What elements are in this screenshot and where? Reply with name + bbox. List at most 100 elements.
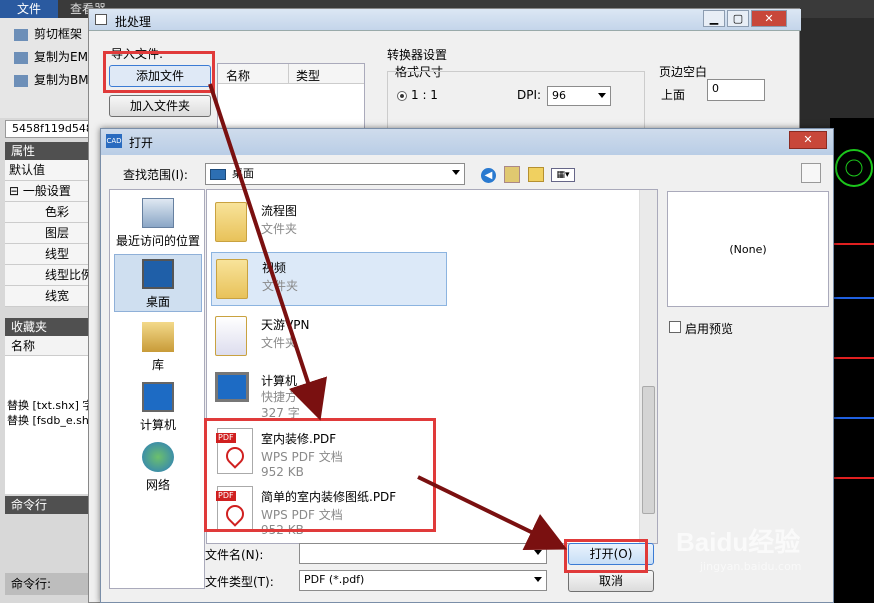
list-item[interactable]: PDF 室内装修.PDF WPS PDF 文档 952 KB bbox=[211, 424, 447, 479]
minimize-button[interactable]: ▁ bbox=[703, 10, 725, 27]
cad-canvas bbox=[830, 118, 874, 603]
places-bar: 最近访问的位置 桌面 库 计算机 网络 bbox=[109, 189, 205, 589]
file-name: 天游VPN bbox=[261, 318, 310, 332]
file-table-header: 名称 类型 bbox=[218, 64, 364, 84]
dpi-value: 96 bbox=[552, 89, 566, 102]
open-button[interactable]: 打开(O) bbox=[568, 543, 654, 565]
file-name: 流程图 bbox=[261, 204, 298, 218]
pdf-icon: PDF bbox=[216, 486, 253, 532]
property-row[interactable]: 线宽 bbox=[5, 286, 92, 307]
menu-file[interactable]: 文件 bbox=[0, 0, 58, 18]
cad-app-icon: CAD bbox=[106, 134, 122, 148]
list-item[interactable]: 计算机 快捷方 327 字 bbox=[211, 366, 447, 420]
list-item[interactable]: 视频 文件夹 bbox=[211, 252, 447, 306]
preview-toggle-icon[interactable] bbox=[801, 163, 821, 183]
place-label: 最近访问的位置 bbox=[115, 234, 200, 248]
ribbon-copy-bmp[interactable]: 复制为BMP bbox=[14, 70, 90, 90]
enable-preview-label: 启用预览 bbox=[685, 322, 734, 336]
scroll-thumb[interactable] bbox=[642, 386, 655, 514]
filetype-select[interactable]: PDF (*.pdf) bbox=[299, 570, 547, 591]
chevron-down-icon bbox=[452, 170, 460, 175]
add-folder-button[interactable]: 加入文件夹 bbox=[109, 95, 211, 117]
pdf-icon: PDF bbox=[216, 428, 253, 474]
place-library[interactable]: 库 bbox=[110, 322, 206, 373]
ribbon-label: 剪切框架 bbox=[34, 27, 83, 41]
close-button[interactable]: ✕ bbox=[789, 131, 827, 149]
filename-input[interactable] bbox=[299, 543, 547, 564]
dpi-label: DPI: bbox=[517, 88, 542, 102]
file-size: 952 KB bbox=[261, 465, 304, 479]
cut-frame-icon bbox=[14, 28, 28, 41]
property-row[interactable]: 默认值 bbox=[5, 160, 92, 181]
ribbon-copy-emf[interactable]: 复制为EMF bbox=[14, 47, 90, 67]
place-label: 计算机 bbox=[139, 418, 176, 432]
list-item[interactable]: 天游VPN 文件夹 bbox=[211, 310, 447, 364]
property-row[interactable]: 色彩 bbox=[5, 202, 92, 223]
file-name: 视频 bbox=[262, 261, 287, 275]
computer-icon bbox=[142, 382, 174, 412]
command-line-2: 替换 [fsdb_e.shx bbox=[7, 414, 92, 427]
recent-places-icon bbox=[142, 198, 174, 228]
network-icon bbox=[142, 442, 174, 472]
file-name: 简单的室内装修图纸.PDF bbox=[261, 490, 397, 504]
cad-drawing bbox=[830, 149, 874, 479]
file-type: 文件夹 bbox=[261, 336, 298, 350]
up-folder-icon[interactable] bbox=[504, 166, 520, 183]
ribbon-label: 复制为BMP bbox=[34, 73, 90, 87]
lookin-select[interactable]: 桌面 bbox=[205, 163, 465, 185]
open-titlebar: CAD 打开 ✕ bbox=[101, 129, 833, 155]
margin-top-input[interactable]: 0 bbox=[707, 79, 765, 101]
lookin-label: 查找范围(I): bbox=[123, 168, 188, 182]
preview-pane: (None) bbox=[667, 191, 829, 307]
property-row[interactable]: 线型 bbox=[5, 244, 92, 265]
ratio-radio[interactable] bbox=[397, 91, 407, 101]
dpi-select[interactable]: 96 bbox=[547, 86, 611, 106]
margin-label: 页边空白 bbox=[659, 65, 708, 79]
property-row[interactable]: 线型比例 bbox=[5, 265, 92, 286]
place-recent[interactable]: 最近访问的位置 bbox=[110, 198, 206, 249]
property-row[interactable]: 图层 bbox=[5, 223, 92, 244]
window-icon bbox=[95, 14, 107, 25]
file-type: 文件夹 bbox=[261, 222, 298, 236]
list-item[interactable]: PDF 简单的室内装修图纸.PDF WPS PDF 文档 952 KB bbox=[211, 482, 447, 537]
place-label: 桌面 bbox=[145, 295, 170, 309]
chevron-down-icon bbox=[598, 93, 606, 98]
command-output: 替换 [txt.shx] 字 替换 [fsdb_e.shx bbox=[5, 396, 92, 456]
ribbon-cut-frame[interactable]: 剪切框架 bbox=[14, 24, 90, 44]
folder-icon bbox=[215, 316, 247, 356]
file-size: 327 字 bbox=[261, 406, 300, 420]
chevron-down-icon bbox=[534, 550, 542, 555]
place-network[interactable]: 网络 bbox=[110, 442, 206, 493]
add-file-button[interactable]: 添加文件 bbox=[109, 65, 211, 87]
place-desktop[interactable]: 桌面 bbox=[114, 254, 202, 312]
column-type[interactable]: 类型 bbox=[296, 67, 320, 84]
new-folder-icon[interactable] bbox=[528, 167, 544, 182]
enable-preview-checkbox[interactable] bbox=[669, 321, 681, 333]
close-button[interactable]: ✕ bbox=[751, 10, 787, 27]
left-panels: 5458f119d548 属性 默认值 ⊟ 一般设置 色彩 图层 线型 线型比例 线宽 收藏… bbox=[0, 118, 92, 603]
document-tab[interactable]: 5458f119d548 bbox=[5, 120, 92, 138]
watermark-logo: Baidu经验 bbox=[676, 527, 801, 557]
file-list-scrollbar[interactable] bbox=[639, 190, 657, 543]
batch-title: 批处理 bbox=[115, 15, 152, 29]
favorites-header: 收藏夹 bbox=[5, 318, 92, 336]
view-menu-icon[interactable]: ▦▾ bbox=[551, 168, 575, 182]
place-computer[interactable]: 计算机 bbox=[110, 382, 206, 433]
cancel-button[interactable]: 取消 bbox=[568, 570, 654, 592]
filetype-value: PDF (*.pdf) bbox=[304, 573, 365, 586]
column-name[interactable]: 名称 bbox=[226, 67, 250, 84]
list-item[interactable]: 流程图 文件夹 bbox=[211, 196, 447, 250]
command-prompt[interactable]: 命令行: bbox=[5, 573, 92, 595]
file-list[interactable]: 流程图 文件夹 视频 文件夹 天游VPN 文件夹 计算机 快捷方 327 字 P… bbox=[206, 189, 658, 544]
file-type: WPS PDF 文档 bbox=[261, 450, 343, 464]
file-name: 室内装修.PDF bbox=[261, 432, 337, 446]
margin-top-label: 上面 bbox=[661, 88, 686, 102]
converter-settings-label: 转换器设置 bbox=[387, 48, 448, 62]
file-table[interactable]: 名称 类型 bbox=[217, 63, 365, 129]
maximize-button[interactable]: ▢ bbox=[727, 10, 749, 27]
property-row[interactable]: ⊟ 一般设置 bbox=[5, 181, 92, 202]
watermark-url: jingyan.baidu.com bbox=[700, 560, 802, 573]
batch-titlebar: 批处理 ▁ ▢ ✕ bbox=[89, 9, 801, 31]
filetype-label: 文件类型(T): bbox=[205, 575, 274, 589]
back-icon[interactable]: ◀ bbox=[481, 168, 496, 183]
